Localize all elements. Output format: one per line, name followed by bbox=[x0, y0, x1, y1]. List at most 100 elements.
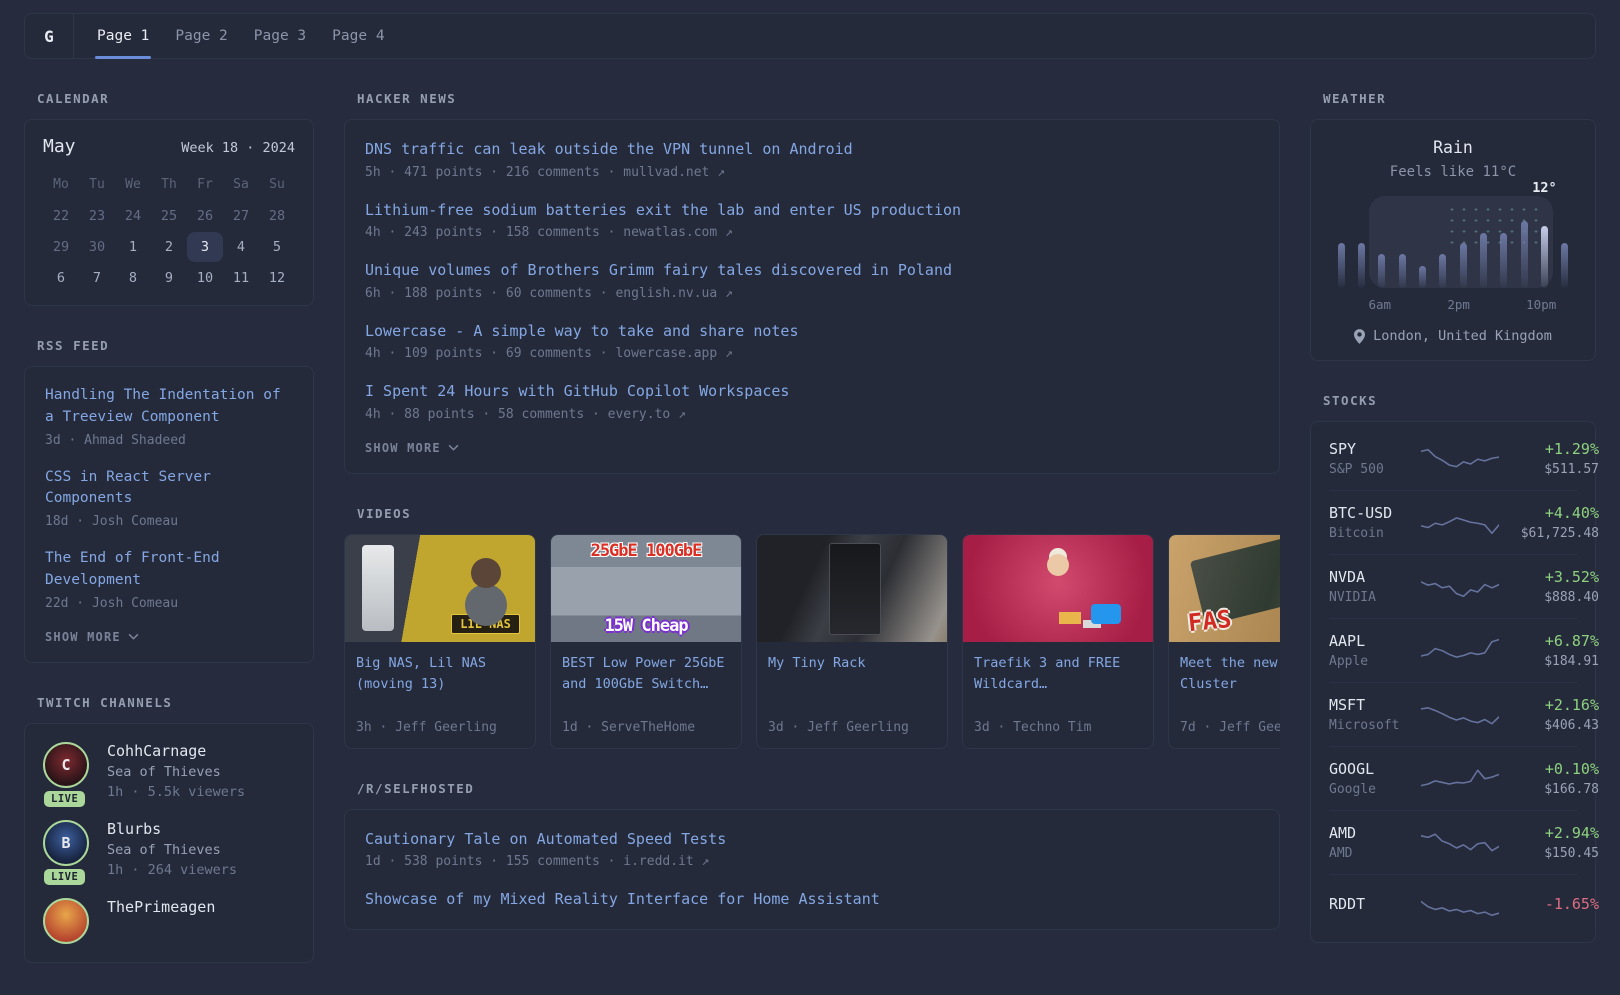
calendar-day: 30 bbox=[79, 232, 115, 262]
weather-bar-slot bbox=[1473, 202, 1493, 288]
center-column: HACKER NEWS DNS traffic can leak outside… bbox=[344, 91, 1280, 995]
video-thumbnail[interactable]: 25GbE 100GbE 15W Cheap bbox=[551, 535, 741, 642]
calendar-day: 27 bbox=[223, 201, 259, 231]
video-thumbnail[interactable]: FAS bbox=[1169, 535, 1280, 642]
stock-row[interactable]: BTC-USD Bitcoin +4.40% $61,725.48 bbox=[1329, 490, 1577, 554]
weather-bar-slot bbox=[1453, 202, 1473, 288]
video-title[interactable]: Big NAS, Lil NAS (moving 13) bbox=[356, 653, 524, 696]
video-thumbnail[interactable] bbox=[757, 535, 947, 642]
video-meta: 3d · Techno Tim bbox=[974, 710, 1142, 735]
chevron-down-icon bbox=[128, 633, 139, 640]
stock-row[interactable]: MSFT Microsoft +2.16% $406.43 bbox=[1329, 682, 1577, 746]
hn-item-title[interactable]: I Spent 24 Hours with GitHub Copilot Wor… bbox=[365, 380, 1259, 403]
weather-bar-slot bbox=[1412, 202, 1432, 288]
weather-feels-like: Feels like 11°C bbox=[1331, 164, 1575, 180]
rss-show-more-button[interactable]: SHOW MORE bbox=[45, 630, 293, 644]
rss-widget: Handling The Indentation of a Treeview C… bbox=[24, 366, 314, 663]
weather-hour-label: 10pm bbox=[1526, 297, 1556, 312]
hn-item-meta[interactable]: 4h · 243 points · 158 comments · newatla… bbox=[365, 225, 1259, 240]
video-thumbnail[interactable] bbox=[963, 535, 1153, 642]
video-card: Traefik 3 and FREE Wildcard… 3d · Techno… bbox=[962, 534, 1154, 749]
tab-page-4[interactable]: Page 4 bbox=[319, 14, 397, 58]
video-thumbnail[interactable]: LIL NAS bbox=[345, 535, 535, 642]
twitch-channel-name[interactable]: ThePrimeagen bbox=[107, 898, 215, 916]
hn-item-meta[interactable]: 5h · 471 points · 216 comments · mullvad… bbox=[365, 165, 1259, 180]
stock-sparkline bbox=[1421, 569, 1499, 605]
weather-bar-slot: 12° bbox=[1534, 202, 1554, 288]
tab-page-2[interactable]: Page 2 bbox=[162, 14, 240, 58]
chevron-down-icon bbox=[448, 444, 459, 451]
right-column: WEATHER Rain Feels like 11°C 12° 6am2pm1… bbox=[1310, 91, 1596, 995]
twitch-channel-name[interactable]: CohhCarnage bbox=[107, 742, 245, 760]
twitch-avatar-wrap bbox=[43, 898, 91, 944]
rss-item: The End of Front-End Development 22d · J… bbox=[45, 548, 293, 611]
video-title[interactable]: My Tiny Rack bbox=[768, 653, 936, 675]
tab-page-1[interactable]: Page 1 bbox=[84, 14, 162, 58]
hn-item-meta[interactable]: 6h · 188 points · 60 comments · english.… bbox=[365, 286, 1259, 301]
calendar-day: 5 bbox=[259, 232, 295, 262]
rss-item-title[interactable]: Handling The Indentation of a Treeview C… bbox=[45, 385, 293, 429]
thumbnail-label: FAS bbox=[1187, 605, 1233, 637]
reddit-item-title[interactable]: Showcase of my Mixed Reality Interface f… bbox=[365, 888, 1259, 911]
weather-bar-slot bbox=[1555, 202, 1575, 288]
hn-show-more-button[interactable]: SHOW MORE bbox=[365, 441, 1259, 455]
stocks-widget: SPY S&P 500 +1.29% $511.57 BTC-USD Bitco… bbox=[1310, 421, 1596, 943]
stock-change: +2.94% bbox=[1499, 824, 1599, 842]
stock-row[interactable]: AAPL Apple +6.87% $184.91 bbox=[1329, 618, 1577, 682]
selfhosted-section: /R/SELFHOSTED Cautionary Tale on Automat… bbox=[344, 781, 1280, 930]
hn-item-meta[interactable]: 4h · 109 points · 69 comments · lowercas… bbox=[365, 346, 1259, 361]
video-card: FAS Meet the new Linux Cluster 7d · Jeff… bbox=[1168, 534, 1280, 749]
video-title[interactable]: Meet the new Linux Cluster bbox=[1180, 653, 1280, 696]
stock-row[interactable]: RDDT -1.65% bbox=[1329, 874, 1577, 937]
hn-item: Unique volumes of Brothers Grimm fairy t… bbox=[365, 259, 1259, 301]
stock-row[interactable]: GOOGL Google +0.10% $166.78 bbox=[1329, 746, 1577, 810]
stock-symbol: SPY bbox=[1329, 440, 1421, 458]
page-tabs: Page 1 Page 2 Page 3 Page 4 bbox=[74, 14, 408, 58]
hn-item-title[interactable]: Lowercase - A simple way to take and sha… bbox=[365, 320, 1259, 343]
weather-hour-label bbox=[1470, 297, 1489, 312]
weather-bar bbox=[1358, 243, 1365, 288]
video-title[interactable]: BEST Low Power 25GbE and 100GbE Switch… bbox=[562, 653, 730, 696]
video-card: 25GbE 100GbE 15W Cheap BEST Low Power 25… bbox=[550, 534, 742, 749]
hn-item: Lithium-free sodium batteries exit the l… bbox=[365, 199, 1259, 241]
stock-symbol: AAPL bbox=[1329, 632, 1421, 650]
reddit-item-title[interactable]: Cautionary Tale on Automated Speed Tests bbox=[365, 828, 1259, 851]
rss-item-title[interactable]: The End of Front-End Development bbox=[45, 548, 293, 592]
hn-item-title[interactable]: Lithium-free sodium batteries exit the l… bbox=[365, 199, 1259, 222]
weather-bar bbox=[1541, 226, 1548, 288]
twitch-channel-meta: 1h · 264 viewers bbox=[107, 862, 237, 878]
calendar-day: 11 bbox=[223, 263, 259, 293]
twitch-channel-name[interactable]: Blurbs bbox=[107, 820, 237, 838]
video-title[interactable]: Traefik 3 and FREE Wildcard… bbox=[974, 653, 1142, 696]
video-meta: 1d · ServeTheHome bbox=[562, 710, 730, 735]
hn-item-title[interactable]: DNS traffic can leak outside the VPN tun… bbox=[365, 138, 1259, 161]
stock-price: $511.57 bbox=[1499, 462, 1599, 477]
weather-bars: 12° bbox=[1331, 202, 1575, 288]
stock-row[interactable]: AMD AMD +2.94% $150.45 bbox=[1329, 810, 1577, 874]
twitch-avatar-wrap: C LIVE bbox=[43, 742, 91, 800]
avatar bbox=[43, 898, 89, 944]
stock-name: AMD bbox=[1329, 846, 1421, 861]
tab-page-3[interactable]: Page 3 bbox=[241, 14, 319, 58]
calendar-day: 6 bbox=[43, 263, 79, 293]
calendar-day: 28 bbox=[259, 201, 295, 231]
rss-item: CSS in React Server Components 18d · Jos… bbox=[45, 467, 293, 530]
reddit-item: Cautionary Tale on Automated Speed Tests… bbox=[365, 828, 1259, 870]
stock-sparkline bbox=[1421, 441, 1499, 477]
hn-item-title[interactable]: Unique volumes of Brothers Grimm fairy t… bbox=[365, 259, 1259, 282]
calendar-day: 7 bbox=[79, 263, 115, 293]
rss-item-meta: 22d · Josh Comeau bbox=[45, 596, 293, 611]
rss-item-title[interactable]: CSS in React Server Components bbox=[45, 467, 293, 511]
stock-change: +2.16% bbox=[1499, 696, 1599, 714]
stock-row[interactable]: NVDA NVIDIA +3.52% $888.40 bbox=[1329, 554, 1577, 618]
weather-bar-slot bbox=[1351, 202, 1371, 288]
weather-bar bbox=[1378, 254, 1385, 288]
reddit-item-meta[interactable]: 1d · 538 points · 155 comments · i.redd.… bbox=[365, 854, 1259, 869]
weather-bar bbox=[1500, 233, 1507, 288]
rss-item: Handling The Indentation of a Treeview C… bbox=[45, 385, 293, 448]
twitch-channel-meta: 1h · 5.5k viewers bbox=[107, 784, 245, 800]
hn-item-meta[interactable]: 4h · 88 points · 58 comments · every.to … bbox=[365, 407, 1259, 422]
show-more-label: SHOW MORE bbox=[45, 630, 121, 644]
stock-row[interactable]: SPY S&P 500 +1.29% $511.57 bbox=[1329, 427, 1577, 490]
weather-section-title: WEATHER bbox=[1323, 91, 1596, 106]
